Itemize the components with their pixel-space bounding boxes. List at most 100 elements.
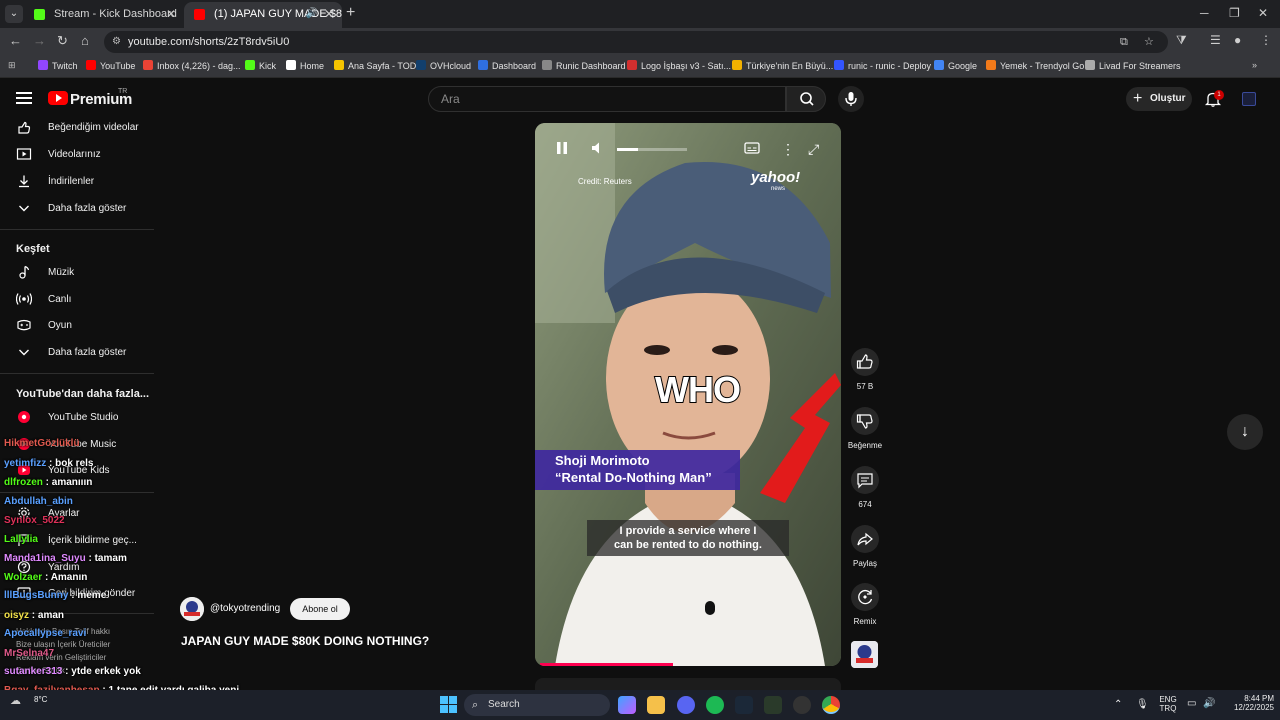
profile-icon[interactable]: ● [1234, 33, 1241, 47]
bookmark-item[interactable]: Twitch [38, 60, 78, 71]
network-icon[interactable]: ▭ [1187, 698, 1196, 709]
bookmark-favicon-icon [416, 60, 426, 70]
account-avatar[interactable] [1242, 92, 1256, 106]
speaker-icon[interactable]: 🔊 [306, 2, 318, 26]
sidebar-item-label: İçerik bildirme geç... [48, 535, 137, 546]
spotify-icon[interactable] [706, 696, 724, 714]
hamburger-menu-icon[interactable] [16, 92, 32, 107]
chat-message: Abdullah_abin [4, 496, 73, 507]
channel-avatar[interactable] [180, 597, 204, 621]
close-window-icon[interactable]: ✕ [1258, 6, 1268, 20]
reading-list-icon[interactable]: ☰ [1210, 33, 1221, 47]
volume-tray-icon[interactable]: 🔊 [1203, 698, 1215, 709]
search-button[interactable] [786, 86, 826, 112]
new-tab-button[interactable]: + [346, 4, 355, 22]
file-explorer-icon[interactable] [647, 696, 665, 714]
bookmark-label: OVHcloud [430, 61, 472, 71]
tab-kick-dashboard[interactable]: Stream - Kick Dashboard ✕ [24, 2, 184, 28]
bookmark-item[interactable]: Türkiye'nin En Büyü... [732, 60, 833, 71]
pause-button[interactable] [555, 141, 569, 158]
comment-count: 674 [858, 500, 872, 509]
discord-icon[interactable] [677, 696, 695, 714]
more-menu-icon[interactable]: ⋮ [1260, 33, 1272, 47]
subscribe-button[interactable]: Abone ol [290, 598, 350, 620]
plus-icon: + [1133, 90, 1143, 107]
tray-chevron-icon[interactable]: ⌃ [1114, 699, 1122, 710]
bookmark-label: Ana Sayfa - TOD [348, 61, 417, 71]
chat-text: aman [37, 610, 65, 621]
create-button[interactable]: + Oluştur [1126, 87, 1192, 111]
volume-slider[interactable] [617, 148, 687, 151]
bookmark-item[interactable]: Inbox (4,226) - dag... [143, 60, 241, 71]
share-button[interactable]: Paylaş [846, 525, 884, 568]
like-button[interactable]: 57 B [846, 348, 884, 391]
bookmark-item[interactable]: Home [286, 60, 324, 71]
channel-handle[interactable]: @tokyotrending [210, 603, 280, 614]
volume-button[interactable] [591, 141, 605, 158]
chat-message: dlfrozen : amanııın [4, 477, 92, 488]
bookmark-item[interactable]: Livad For Streamers [1085, 60, 1181, 71]
more-bookmarks-icon[interactable]: » [1252, 60, 1257, 70]
tab-search-button[interactable]: ⌄ [5, 5, 23, 23]
site-info-icon[interactable]: ⚙ [112, 31, 121, 53]
next-video-button[interactable]: ↓ [1227, 414, 1263, 450]
close-tab-icon[interactable]: ✕ [166, 2, 176, 26]
copilot-icon[interactable] [618, 696, 636, 714]
bookmark-item[interactable]: OVHcloud [416, 60, 471, 71]
bookmark-item[interactable]: Kick [245, 60, 276, 71]
yahoo-news-logo: yahoo! [751, 169, 801, 186]
language-indicator[interactable]: ENG TRQ [1156, 695, 1180, 713]
chat-username: oisyz [4, 610, 30, 621]
forward-icon[interactable]: → [33, 33, 46, 48]
more-options-icon[interactable]: ⋮ [781, 141, 795, 158]
bookmark-item[interactable]: Dashboard [478, 60, 536, 71]
bookmark-item[interactable]: Google [934, 60, 977, 71]
steam-icon[interactable] [735, 696, 753, 714]
apps-grid-icon[interactable]: ⊞ [8, 60, 16, 71]
bookmark-item[interactable]: Logo İşbaşı v3 - Satı... [627, 60, 731, 71]
home-icon[interactable]: ⌂ [81, 33, 89, 48]
captions-button[interactable] [744, 141, 760, 158]
maximize-icon[interactable]: ❐ [1229, 6, 1240, 20]
chat-text: amanııın [51, 477, 93, 488]
bookmark-item[interactable]: Yemek - Trendyol Go [986, 60, 1084, 71]
chrome-icon[interactable] [822, 696, 840, 714]
next-short-preview[interactable] [535, 678, 841, 690]
taskbar-search[interactable]: ⌕ Search [464, 694, 610, 716]
obs-icon[interactable] [793, 696, 811, 714]
chat-message: sutanker313 : ytde erkek yok [4, 666, 141, 677]
sound-thumbnail[interactable] [851, 641, 878, 668]
remix-button[interactable]: Remix [846, 583, 884, 626]
video-progress-bar[interactable] [540, 663, 674, 666]
bookmark-item[interactable]: YouTube [86, 60, 135, 71]
notification-badge: 1 [1214, 90, 1224, 100]
bookmark-item[interactable]: Runic Dashboard [542, 60, 626, 71]
bookmark-item[interactable]: Ana Sayfa - TOD [334, 60, 416, 71]
comments-button[interactable]: 674 [846, 466, 884, 509]
bookmark-star-icon[interactable]: ☆ [1144, 31, 1154, 53]
minimize-icon[interactable]: ─ [1200, 6, 1209, 20]
reload-icon[interactable]: ↻ [57, 33, 68, 49]
dislike-button[interactable]: Beğenme [846, 407, 884, 450]
back-icon[interactable]: ← [9, 33, 22, 48]
address-bar[interactable]: ⚙ youtube.com/shorts/2zT8rdv5iU0 ⧉ ☆ [104, 31, 1168, 53]
windows-start-icon[interactable] [440, 696, 457, 713]
app-icon[interactable] [764, 696, 782, 714]
close-tab-icon[interactable]: ✕ [324, 2, 334, 26]
comment-icon [857, 473, 873, 489]
cast-icon[interactable]: ⧉ [1120, 31, 1128, 53]
youtube-logo-icon[interactable] [48, 91, 68, 105]
shorts-video-player[interactable]: ⋮ ⤢ Credit: Reuters yahoo! news WHO Shoj… [535, 123, 841, 666]
fullscreen-icon[interactable]: ⤢ [808, 141, 819, 158]
caption-line: I provide a service where I [619, 525, 757, 537]
microphone-tray-icon[interactable]: 🎙 [1136, 699, 1149, 710]
video-title[interactable]: JAPAN GUY MADE $80K DOING NOTHING? [181, 634, 429, 648]
bookmark-item[interactable]: runic - runic - Deploy [834, 60, 931, 71]
search-input[interactable]: Ara [428, 86, 786, 112]
sidebar-item-label: Canlı [48, 294, 72, 305]
extensions-icon[interactable]: ⧩ [1176, 33, 1187, 48]
clock[interactable]: 8:44 PM 12/22/2025 [1222, 694, 1274, 712]
tab-youtube-video[interactable]: (1) JAPAN GUY MADE $80K 🔊 ✕ [184, 2, 342, 28]
voice-search-button[interactable] [838, 86, 864, 112]
bookmark-label: Logo İşbaşı v3 - Satı... [641, 61, 732, 71]
